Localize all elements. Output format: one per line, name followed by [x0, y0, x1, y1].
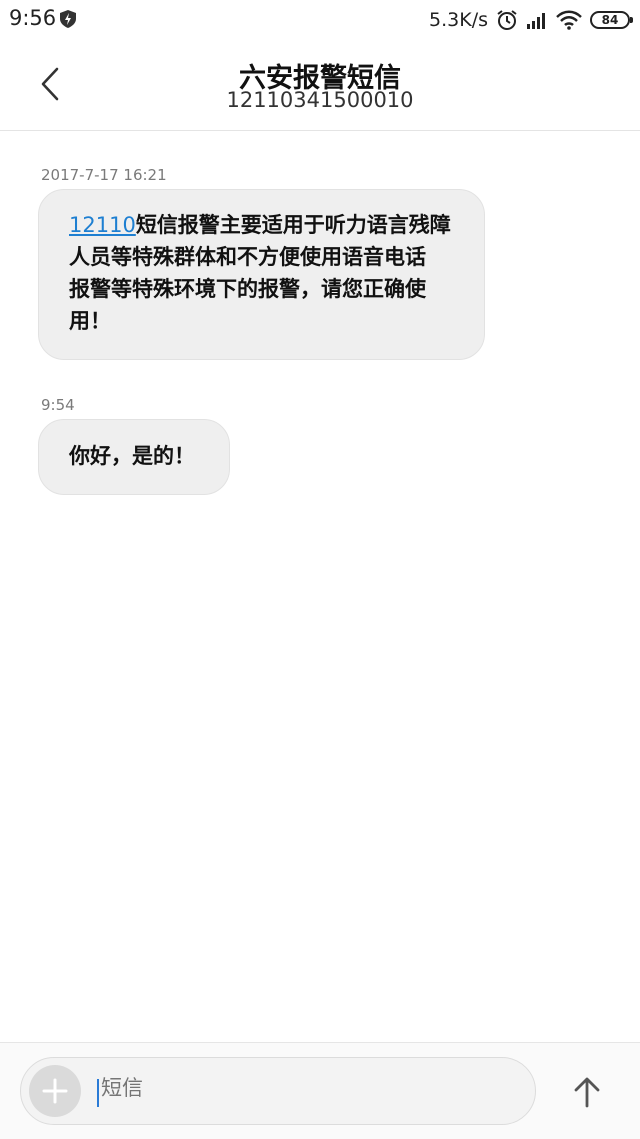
- text-cursor: [97, 1079, 99, 1107]
- message-composer: [0, 1042, 640, 1139]
- phone-link[interactable]: 12110: [69, 213, 136, 237]
- arrow-up-icon: [574, 1077, 600, 1108]
- battery-icon: 84: [590, 11, 633, 29]
- message-text: 你好，是的！: [69, 444, 195, 468]
- message-line: 用！: [69, 309, 111, 333]
- message-input[interactable]: [101, 1076, 481, 1100]
- contact-number: 12110341500010: [226, 88, 414, 112]
- conversation-header: 六安报警短信 12110341500010: [0, 40, 640, 131]
- message-bubble[interactable]: 12110短信报警主要适用于听力语言残障 人员等特殊群体和不方便使用语音电话 报…: [38, 189, 485, 360]
- signal-icon: [527, 13, 545, 29]
- message-timestamp: 9:54: [41, 396, 75, 414]
- battery-level: 84: [601, 13, 619, 27]
- plus-icon: [42, 1078, 68, 1104]
- message-bubble[interactable]: 你好，是的！: [38, 419, 230, 495]
- message-input-box[interactable]: [20, 1057, 536, 1125]
- alarm-clock-icon: [497, 10, 517, 30]
- message-line: 报警等特殊环境下的报警，请您正确使: [69, 277, 426, 301]
- add-attachment-button[interactable]: [29, 1065, 81, 1117]
- shield-icon: [60, 10, 76, 28]
- status-indicators: 5.3K/s 84: [429, 6, 633, 34]
- net-speed: 5.3K/s: [429, 9, 488, 31]
- message-line: 12110短信报警主要适用于听力语言残障: [69, 209, 456, 241]
- send-button[interactable]: [562, 1067, 612, 1117]
- message-timestamp: 2017-7-17 16:21: [41, 166, 167, 184]
- message-line: 人员等特殊群体和不方便使用语音电话: [69, 245, 426, 269]
- message-text: 短信报警主要适用于听力语言残障: [135, 213, 451, 237]
- status-time: 9:56: [9, 6, 57, 30]
- status-bar: 9:56 5.3K/s 84: [0, 0, 640, 40]
- wifi-icon: [556, 10, 582, 30]
